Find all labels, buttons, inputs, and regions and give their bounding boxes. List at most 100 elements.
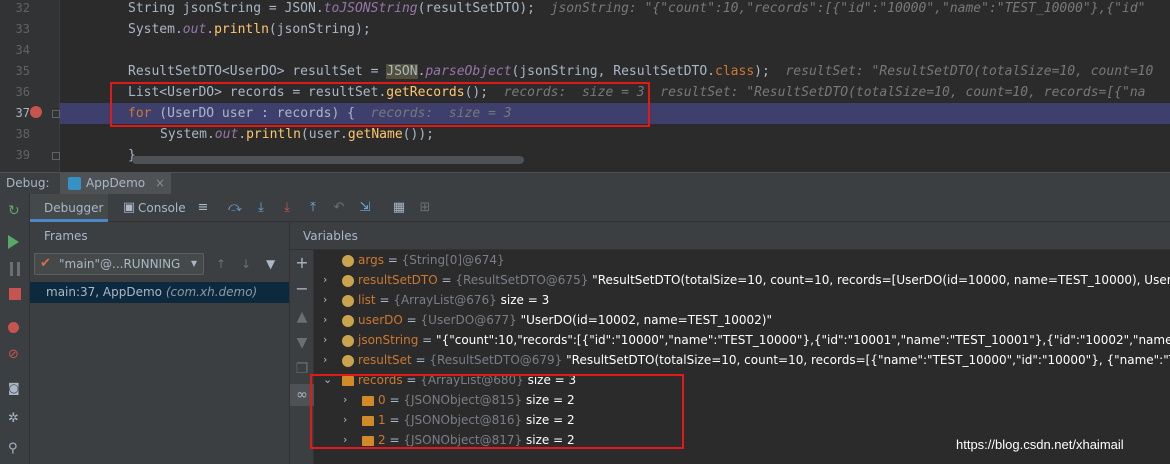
variable-text: resultSetDTO = {ResultSetDTO@675} "Resul… [358, 273, 1170, 287]
equals-sign: = [411, 353, 430, 367]
pin-icon[interactable]: ⚲ [8, 442, 22, 456]
parameter-icon [342, 275, 354, 287]
force-step-into-icon[interactable]: ⤓ [280, 201, 294, 215]
variable-ref: {ResultSetDTO@675} [455, 273, 589, 287]
variable-name: args [358, 253, 384, 267]
stop-icon[interactable] [9, 288, 21, 300]
settings-icon[interactable]: ✲ [8, 412, 22, 426]
variable-row[interactable]: › resultSet = {ResultSetDTO@679} "ResultS… [314, 351, 1170, 371]
view-breakpoints-icon[interactable] [8, 322, 19, 333]
move-down-icon[interactable]: ▼ [295, 336, 309, 350]
annotation-box [110, 82, 650, 127]
frames-panel: Frames ✔ "main"@...RUNNING ▾ ↑ ↓ ▼ main:… [30, 222, 290, 464]
variable-value: "{"count":10,"records":[{"id":"10000","n… [436, 333, 1170, 347]
debug-label: Debug: [6, 176, 50, 190]
menu-icon[interactable]: ≡ [196, 201, 210, 215]
variable-name: resultSetDTO [358, 273, 438, 287]
line-number: 37 [15, 106, 30, 120]
session-tab-label: AppDemo [86, 176, 146, 190]
run-to-cursor-icon[interactable]: ⇲ [358, 201, 372, 215]
line-number: 38 [15, 127, 30, 141]
line-number: 33 [15, 22, 30, 36]
equals-sign: = [375, 293, 394, 307]
tab-console[interactable]: ▣ Console [114, 194, 194, 222]
restore-layout-icon[interactable]: ⊞ [418, 201, 432, 215]
mute-breakpoints-icon[interactable]: ⊘ [8, 348, 22, 362]
frame-label: main:37, AppDemo [46, 285, 163, 299]
move-up-icon[interactable]: ▲ [295, 310, 309, 324]
variable-row[interactable]: › resultSetDTO = {ResultSetDTO@675} "Resu… [314, 271, 1170, 291]
code-line-35: ResultSetDTO<UserDO> resultSet = JSON.pa… [128, 64, 1154, 79]
frame-package: (com.xh.demo) [165, 285, 258, 299]
debug-title-bar: Debug: AppDemo × [0, 172, 1170, 195]
variable-name: list [358, 293, 376, 307]
session-tab-appdemo[interactable]: AppDemo × [60, 173, 171, 195]
variable-name: jsonString [358, 333, 419, 347]
variable-text: resultSet = {ResultSetDTO@679} "ResultSe… [358, 353, 1170, 367]
horizontal-scrollbar[interactable] [132, 156, 524, 164]
copy-icon[interactable]: ❐ [295, 362, 309, 376]
equals-sign: = [383, 253, 402, 267]
resume-icon[interactable] [8, 235, 19, 249]
rerun-icon[interactable]: ↻ [8, 204, 22, 218]
console-icon: ▣ [122, 200, 136, 215]
step-over-icon[interactable]: ⤼ [228, 201, 242, 215]
watermark: https://blog.csdn.net/xhaimail [956, 437, 1124, 452]
close-icon[interactable]: × [155, 176, 165, 190]
variable-name: resultSet [358, 353, 412, 367]
code-editor[interactable]: 32 33 34 35 36 37 38 39 String jsonStrin… [0, 0, 1170, 172]
variable-name: userDO [358, 313, 403, 327]
line-number: 32 [15, 1, 30, 15]
variable-ref: {ArrayList@676} [393, 293, 497, 307]
thread-selector[interactable]: ✔ "main"@...RUNNING ▾ [34, 253, 204, 275]
pause-icon[interactable] [10, 262, 20, 276]
variable-row[interactable]: › list = {ArrayList@676} size = 3 [314, 291, 1170, 311]
add-watch-icon[interactable]: + [295, 255, 309, 271]
expand-icon[interactable]: › [323, 293, 333, 306]
expand-icon[interactable]: › [323, 353, 333, 366]
expand-icon[interactable]: › [323, 333, 333, 346]
breakpoint-icon[interactable] [30, 106, 42, 118]
variable-row[interactable]: › jsonString = "{"count":10,"records":[{"… [314, 331, 1170, 351]
variables-header-bar: Variables [290, 222, 1170, 250]
parameter-icon [342, 255, 354, 267]
step-into-icon[interactable]: ⤓ [254, 201, 268, 215]
line-number: 35 [15, 64, 30, 78]
parameter-icon [342, 315, 354, 327]
annotation-box [310, 374, 684, 449]
arrow-up-icon[interactable]: ↑ [216, 257, 226, 271]
step-out-icon[interactable]: ⤒ [306, 201, 320, 215]
camera-icon[interactable]: ◙ [8, 381, 22, 395]
drop-frame-icon[interactable]: ↶ [332, 201, 346, 215]
debug-left-toolbar: ↻ ⊘ ◙ ✲ ⚲ [0, 194, 30, 464]
line-number: 34 [15, 43, 30, 57]
thread-label: "main"@...RUNNING [59, 257, 181, 271]
variables-header: Variables [303, 229, 358, 243]
variable-row[interactable]: › userDO = {UserDO@677} "UserDO(id=10002,… [314, 311, 1170, 331]
chevron-down-icon: ▾ [190, 256, 197, 270]
fold-icon[interactable] [52, 152, 60, 160]
code-line-32: String jsonString = JSON.toJSONString(re… [128, 1, 1146, 16]
tab-debugger[interactable]: Debugger [30, 194, 108, 222]
expand-icon[interactable]: › [323, 313, 333, 326]
variable-value: "ResultSetDTO(totalSize=10, count=10, re… [592, 273, 1170, 287]
check-icon: ✔ [40, 256, 51, 271]
parameter-icon [342, 335, 354, 347]
filter-icon[interactable]: ▼ [266, 257, 275, 271]
variable-value: "UserDO(id=10002, name=TEST_10002)" [520, 313, 772, 327]
parameter-icon [342, 355, 354, 367]
fold-icon[interactable] [52, 110, 60, 118]
frames-header: Frames [44, 229, 88, 243]
arrow-down-icon[interactable]: ↓ [241, 257, 251, 271]
remove-watch-icon[interactable]: − [295, 281, 309, 297]
equals-sign: = [402, 313, 421, 327]
variable-text: list = {ArrayList@676} size = 3 [358, 293, 549, 307]
variable-text: args = {String[0]@674} [358, 253, 505, 267]
variable-row[interactable]: args = {String[0]@674} [314, 251, 1170, 271]
debugger-tabs-row: Debugger ▣ Console ≡ ⤼ ⤓ ⤓ ⤒ ↶ ⇲ ▦ ⊞ [30, 194, 1170, 222]
frame-item-selected[interactable]: main:37, AppDemo (com.xh.demo) [30, 282, 289, 303]
evaluate-icon[interactable]: ▦ [392, 201, 406, 215]
variable-value: size = 3 [500, 293, 550, 307]
expand-icon[interactable]: › [323, 273, 333, 286]
code-line-38: System.out.println(user.getName()); [160, 127, 434, 142]
